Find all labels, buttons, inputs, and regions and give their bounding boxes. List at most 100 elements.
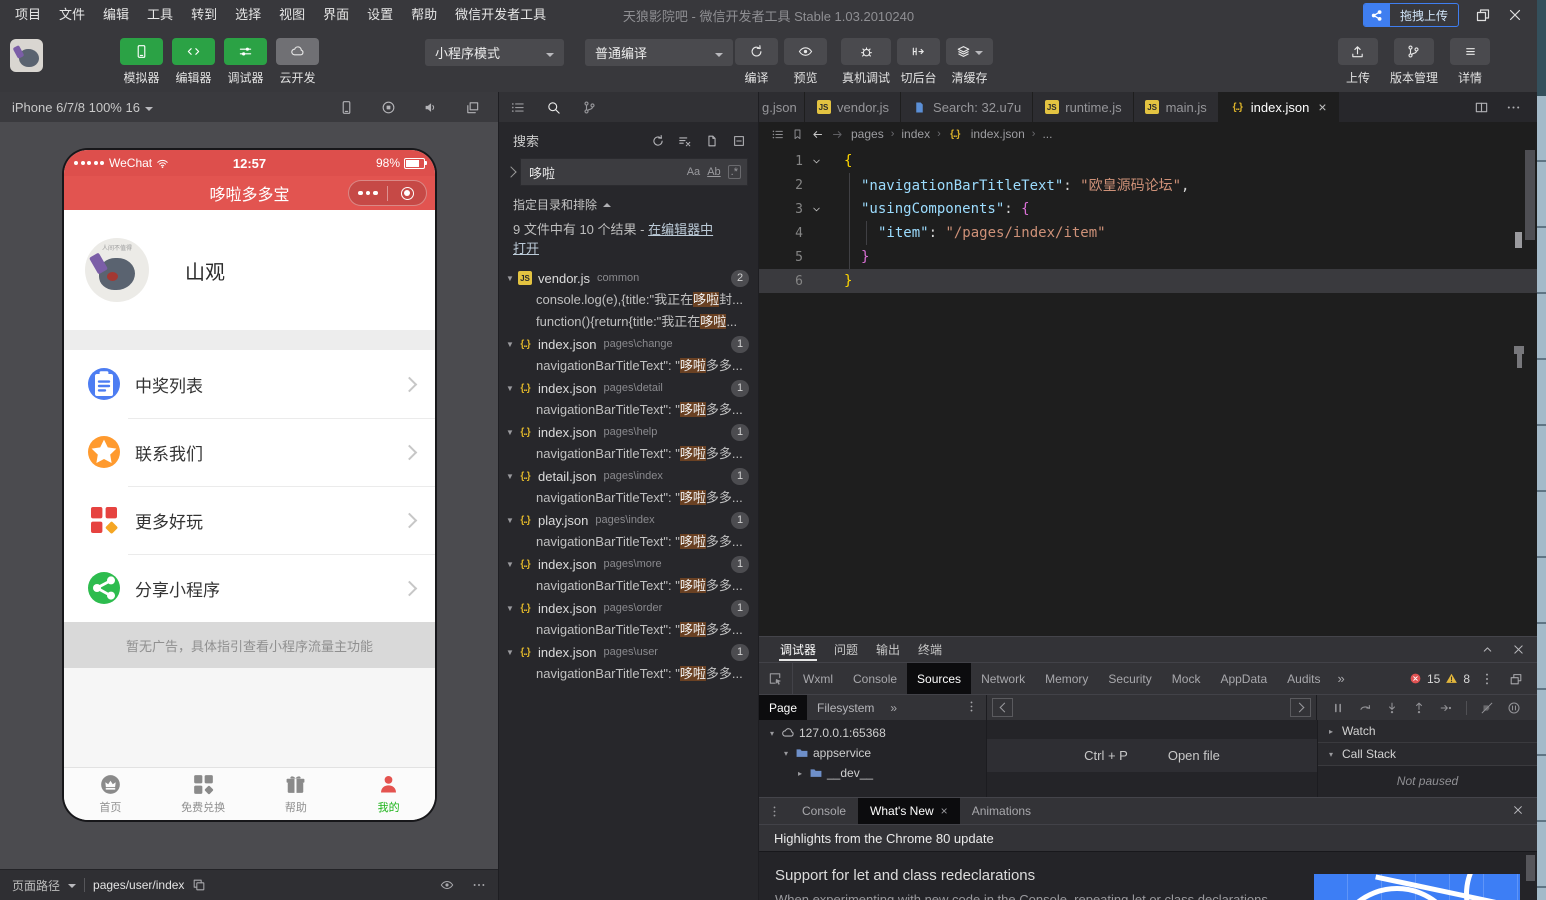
search-icon[interactable]: [546, 100, 561, 115]
tree-item[interactable]: ▾127.0.0.1:65368: [759, 723, 986, 743]
search-result-match[interactable]: function(){return{title:"我正在哆啦...: [499, 311, 758, 333]
background-button[interactable]: 切后台: [897, 38, 940, 86]
copy-path-icon[interactable]: [192, 878, 206, 892]
menubar-item[interactable]: 文件: [50, 0, 94, 30]
search-result-file[interactable]: ▼{..}detail.jsonpages\index1: [499, 465, 758, 487]
exit-circle-icon[interactable]: [388, 187, 426, 200]
devtools-tab-console[interactable]: Console: [843, 663, 907, 694]
devtools-tab-sources[interactable]: Sources: [907, 663, 971, 694]
editor-tab[interactable]: {..}index.json×: [1219, 92, 1339, 122]
upload-button[interactable]: 上传: [1338, 38, 1378, 86]
sound-icon[interactable]: [423, 100, 438, 115]
refresh-button[interactable]: 编译: [735, 38, 778, 86]
match-case-icon[interactable]: Aa: [687, 166, 700, 178]
rotate-device-icon[interactable]: [339, 100, 354, 115]
sources-tab-page[interactable]: Page: [759, 695, 807, 720]
whole-word-icon[interactable]: Ab: [707, 166, 720, 178]
regex-icon[interactable]: .*: [728, 165, 741, 179]
page-path-label[interactable]: 页面路径: [12, 877, 60, 894]
breadcrumb-item[interactable]: index: [901, 127, 930, 141]
drawer-tab[interactable]: What's New×: [858, 798, 960, 824]
toggle-phone-button[interactable]: 模拟器: [120, 38, 163, 86]
project-avatar[interactable]: [10, 39, 43, 72]
breadcrumb-item[interactable]: pages: [851, 127, 884, 141]
devtools-tab-security[interactable]: Security: [1098, 663, 1161, 694]
layers-button[interactable]: 清缓存: [946, 38, 993, 86]
menubar-item[interactable]: 设置: [358, 0, 402, 30]
maximize-button[interactable]: [1475, 7, 1491, 23]
watch-section[interactable]: ▸Watch: [1318, 720, 1537, 743]
editor-tab[interactable]: Search: 32.u7u: [901, 92, 1033, 122]
debugger-tab[interactable]: 输出: [867, 637, 909, 662]
toggle-cloud-button[interactable]: 云开发: [276, 38, 319, 86]
menu-item-share[interactable]: 分享小程序: [64, 554, 435, 622]
deactivate-breakpoints-icon[interactable]: [1480, 701, 1494, 715]
editor-tab[interactable]: JSmain.js: [1134, 92, 1219, 122]
close-drawer-icon[interactable]: [1512, 804, 1524, 816]
step-over-icon[interactable]: [1358, 701, 1372, 715]
editor-tab[interactable]: g.json: [759, 92, 805, 122]
devtools-tab-audits[interactable]: Audits: [1277, 663, 1330, 694]
pane-menu-icon[interactable]: [965, 700, 986, 716]
toggle-code-button[interactable]: 编辑器: [172, 38, 215, 86]
more-tabs-icon[interactable]: [1506, 100, 1521, 115]
more-tabs-icon[interactable]: »: [1331, 671, 1352, 686]
search-result-file[interactable]: ▼{..}index.jsonpages\user1: [499, 641, 758, 663]
drag-upload-badge[interactable]: 拖拽上传: [1363, 3, 1459, 27]
menubar-item[interactable]: 编辑: [94, 0, 138, 30]
mode-select[interactable]: 小程序模式: [425, 39, 564, 66]
eye-button[interactable]: 预览: [784, 38, 827, 86]
menu-item-star[interactable]: 联系我们: [64, 418, 435, 486]
menubar-item[interactable]: 选择: [226, 0, 270, 30]
search-result-match[interactable]: navigationBarTitleText": "哆啦多多...: [499, 355, 758, 377]
open-file-label[interactable]: Open file: [1168, 748, 1220, 763]
devtools-tab-mock[interactable]: Mock: [1162, 663, 1211, 694]
devtools-menu-icon[interactable]: [1480, 672, 1494, 686]
collapse-all-icon[interactable]: [732, 134, 746, 148]
step-icon[interactable]: [1439, 701, 1453, 715]
tab-person[interactable]: 我的: [342, 768, 435, 820]
menubar-item[interactable]: 视图: [270, 0, 314, 30]
search-result-match[interactable]: navigationBarTitleText": "哆啦多多...: [499, 575, 758, 597]
toggle-tune-button[interactable]: 调试器: [224, 38, 267, 86]
more-options-icon[interactable]: [472, 878, 486, 892]
editor-scrollbar[interactable]: [1525, 150, 1535, 240]
branch-button[interactable]: 版本管理: [1390, 38, 1438, 86]
profile-section[interactable]: 人间不值得 山观: [64, 210, 435, 330]
search-result-file[interactable]: ▼JSvendor.jscommon2: [499, 267, 758, 289]
code-editor[interactable]: 1{2"navigationBarTitleText": "欧皇源码论坛",3"…: [759, 146, 1537, 636]
drawer-scrollbar[interactable]: [1526, 855, 1535, 881]
drawer-tab[interactable]: Console: [790, 798, 858, 824]
search-result-match[interactable]: navigationBarTitleText": "哆啦多多...: [499, 619, 758, 641]
details-button[interactable]: 详情: [1450, 38, 1490, 86]
search-result-file[interactable]: ▼{..}index.jsonpages\order1: [499, 597, 758, 619]
menubar-item[interactable]: 工具: [138, 0, 182, 30]
step-out-icon[interactable]: [1412, 701, 1426, 715]
drawer-menu-icon[interactable]: [768, 805, 781, 818]
search-result-file[interactable]: ▼{..}index.jsonpages\more1: [499, 553, 758, 575]
clear-results-icon[interactable]: [678, 134, 692, 148]
device-selector[interactable]: iPhone 6/7/8 100% 16: [12, 100, 140, 115]
search-result-match[interactable]: navigationBarTitleText": "哆啦多多...: [499, 399, 758, 421]
close-window-button[interactable]: [1507, 7, 1523, 23]
nav-forward-icon[interactable]: [1290, 698, 1311, 717]
more-tabs-icon[interactable]: »: [884, 701, 903, 715]
pause-on-exceptions-icon[interactable]: [1507, 701, 1521, 715]
devtools-tab-memory[interactable]: Memory: [1035, 663, 1098, 694]
search-result-file[interactable]: ▼{..}index.jsonpages\detail1: [499, 377, 758, 399]
call-stack-section[interactable]: ▾Call Stack: [1318, 743, 1537, 766]
search-result-file[interactable]: ▼{..}index.jsonpages\help1: [499, 421, 758, 443]
nav-back-icon[interactable]: [992, 698, 1013, 717]
more-dots-icon[interactable]: [349, 191, 387, 196]
search-result-match[interactable]: navigationBarTitleText": "哆啦多多...: [499, 443, 758, 465]
drawer-tab[interactable]: Animations: [960, 798, 1043, 824]
search-result-file[interactable]: ▼{..}play.jsonpages\index1: [499, 509, 758, 531]
close-panel-icon[interactable]: [1512, 643, 1525, 656]
menubar-item[interactable]: 界面: [314, 0, 358, 30]
search-result-match[interactable]: navigationBarTitleText": "哆啦多多...: [499, 487, 758, 509]
close-tab-icon[interactable]: ×: [941, 804, 948, 818]
inspect-element-button[interactable]: [759, 663, 793, 694]
menubar-item[interactable]: 微信开发者工具: [446, 0, 555, 30]
split-editor-icon[interactable]: [1474, 100, 1489, 115]
collapse-panel-icon[interactable]: [1481, 643, 1494, 656]
